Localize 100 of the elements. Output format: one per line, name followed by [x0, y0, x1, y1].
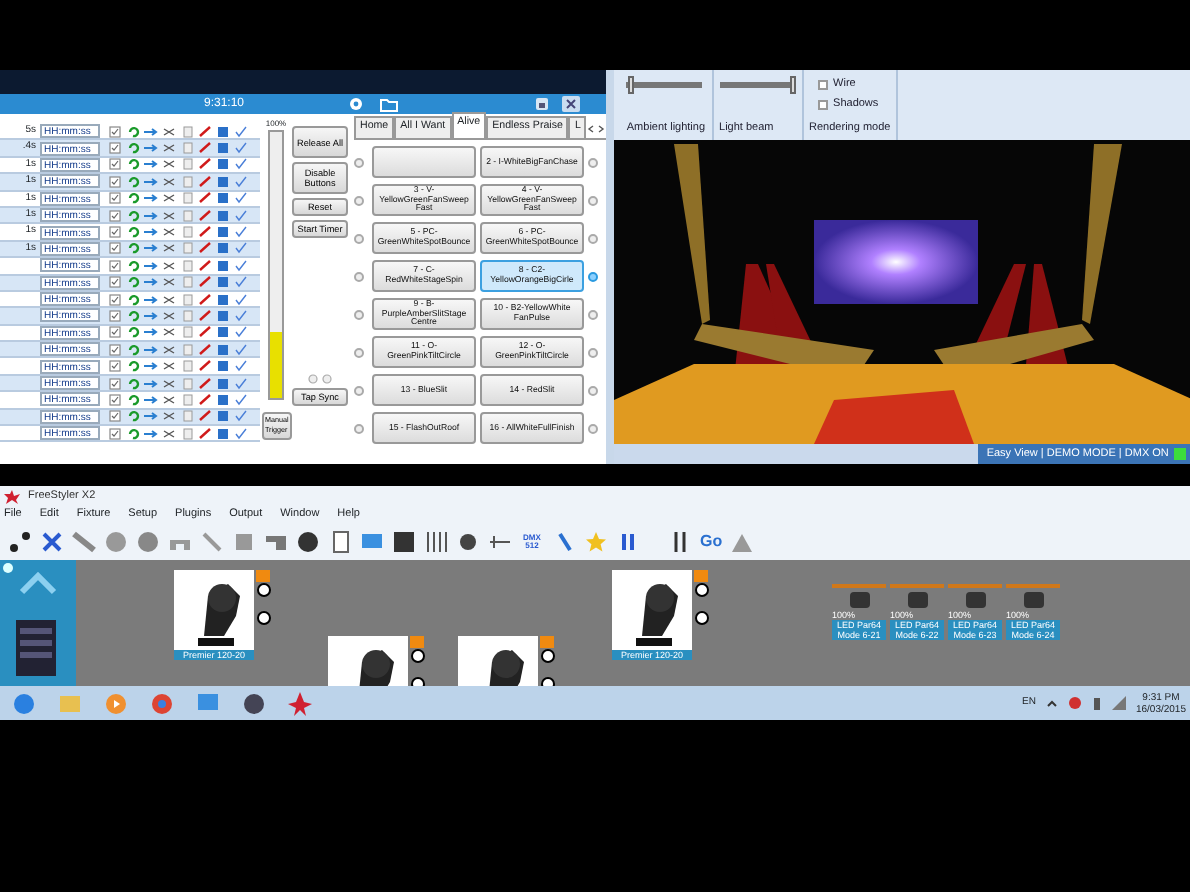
- square-icon[interactable]: [216, 410, 230, 423]
- square-icon[interactable]: [216, 343, 230, 356]
- network-icon[interactable]: [1111, 696, 1126, 710]
- radio-icon[interactable]: [354, 347, 364, 357]
- triangle-icon[interactable]: [730, 530, 755, 554]
- arrow-icon[interactable]: [144, 309, 158, 322]
- circle-icon[interactable]: [136, 530, 160, 554]
- square-icon[interactable]: [216, 259, 230, 272]
- square-icon[interactable]: [216, 377, 230, 390]
- slider-thumb[interactable]: [628, 76, 635, 94]
- radio-icon[interactable]: [354, 309, 364, 319]
- settings-icon[interactable]: [2, 562, 14, 574]
- star-logo-icon[interactable]: [286, 689, 314, 717]
- arrow-icon[interactable]: [144, 343, 158, 356]
- par-can-drawing[interactable]: [845, 590, 873, 610]
- arrow-icon[interactable]: [144, 377, 158, 390]
- square-icon[interactable]: [232, 530, 256, 554]
- shuffle-icon[interactable]: [162, 209, 176, 222]
- connector-icon[interactable]: [256, 570, 272, 630]
- square-icon[interactable]: [216, 192, 230, 205]
- square-icon[interactable]: [216, 158, 230, 171]
- circle-icon[interactable]: [104, 530, 128, 554]
- shuffle-icon[interactable]: [162, 242, 176, 255]
- shuffle-icon[interactable]: [162, 427, 176, 440]
- shuffle-icon[interactable]: [162, 192, 176, 205]
- checkbox-icon[interactable]: [108, 326, 122, 339]
- checkbox-icon[interactable]: [108, 276, 122, 289]
- arrow-icon[interactable]: [144, 242, 158, 255]
- checkbox-icon[interactable]: [108, 343, 122, 356]
- shuffle-icon[interactable]: [162, 377, 176, 390]
- shuffle-icon[interactable]: [162, 226, 176, 239]
- arrow-icon[interactable]: [144, 125, 158, 138]
- shuffle-icon[interactable]: [162, 326, 176, 339]
- par-can-drawing[interactable]: [1019, 590, 1047, 610]
- slash-icon[interactable]: [200, 530, 224, 554]
- checkbox-icon[interactable]: [108, 410, 122, 423]
- cross-arrows-icon[interactable]: [40, 530, 64, 554]
- checkbox-icon[interactable]: [108, 427, 122, 440]
- arrow-icon[interactable]: [144, 175, 158, 188]
- square-icon[interactable]: [216, 427, 230, 440]
- radio-icon[interactable]: [354, 157, 364, 167]
- tray-app-icon[interactable]: [1067, 696, 1082, 710]
- pause-icon[interactable]: [616, 530, 640, 554]
- arrow-icon[interactable]: [144, 259, 158, 272]
- shuffle-icon[interactable]: [162, 125, 176, 138]
- go-button[interactable]: Go: [700, 530, 723, 554]
- square-icon[interactable]: [216, 360, 230, 373]
- radio-icon[interactable]: [588, 233, 598, 243]
- radio-icon[interactable]: [354, 233, 364, 243]
- checkbox-icon[interactable]: [108, 360, 122, 373]
- checkbox-icon[interactable]: [108, 377, 122, 390]
- battery-icon[interactable]: [1091, 696, 1102, 710]
- checkbox-icon[interactable]: [108, 309, 122, 322]
- arrow-icon[interactable]: [144, 326, 158, 339]
- settings-icon[interactable]: [348, 96, 365, 112]
- checkbox-icon[interactable]: [108, 226, 122, 239]
- checkbox-icon[interactable]: [108, 192, 122, 205]
- connector-icon[interactable]: [694, 570, 710, 630]
- arrow-icon[interactable]: [144, 226, 158, 239]
- radio-icon[interactable]: [588, 347, 598, 357]
- square-icon[interactable]: [216, 125, 230, 138]
- checkbox[interactable]: [817, 79, 828, 90]
- arrow-icon[interactable]: [144, 142, 158, 155]
- shuffle-icon[interactable]: [162, 142, 176, 155]
- monitor-icon[interactable]: [360, 530, 384, 554]
- radio-icon[interactable]: [354, 385, 364, 395]
- shuffle-icon[interactable]: [162, 293, 176, 306]
- page-icon[interactable]: [328, 530, 352, 554]
- play-icon[interactable]: [102, 689, 130, 717]
- checkbox-icon[interactable]: [108, 259, 122, 272]
- shuffle-icon[interactable]: [162, 259, 176, 272]
- checkbox-icon[interactable]: [108, 209, 122, 222]
- arrow-icon[interactable]: [144, 293, 158, 306]
- square-icon[interactable]: [216, 175, 230, 188]
- radio-icon[interactable]: [588, 423, 598, 433]
- checkbox-icon[interactable]: [108, 293, 122, 306]
- square-icon[interactable]: [216, 393, 230, 406]
- checkbox-icon[interactable]: [108, 158, 122, 171]
- dots-icon[interactable]: [8, 530, 32, 554]
- arrow-icon[interactable]: [144, 276, 158, 289]
- arrow-icon[interactable]: [144, 158, 158, 171]
- cue-button[interactable]: [372, 146, 476, 178]
- bar-icon[interactable]: [72, 530, 96, 554]
- arrow-icon[interactable]: [144, 427, 158, 440]
- scroll-right-icon[interactable]: [596, 120, 607, 138]
- moving-head-drawing[interactable]: [612, 570, 692, 650]
- checkbox-icon[interactable]: [108, 393, 122, 406]
- star-icon[interactable]: [584, 530, 608, 554]
- fader-track[interactable]: [268, 130, 284, 400]
- checkbox-icon[interactable]: [108, 125, 122, 138]
- shuffle-icon[interactable]: [162, 158, 176, 171]
- block-icon[interactable]: [264, 530, 288, 554]
- radio-icon[interactable]: [354, 271, 364, 281]
- arrow-icon[interactable]: [144, 360, 158, 373]
- square-icon[interactable]: [216, 309, 230, 322]
- radio-icon[interactable]: [354, 423, 364, 433]
- connector-icon[interactable]: [410, 636, 426, 686]
- square-icon[interactable]: [216, 242, 230, 255]
- shuffle-icon[interactable]: [162, 343, 176, 356]
- square-icon[interactable]: [216, 142, 230, 155]
